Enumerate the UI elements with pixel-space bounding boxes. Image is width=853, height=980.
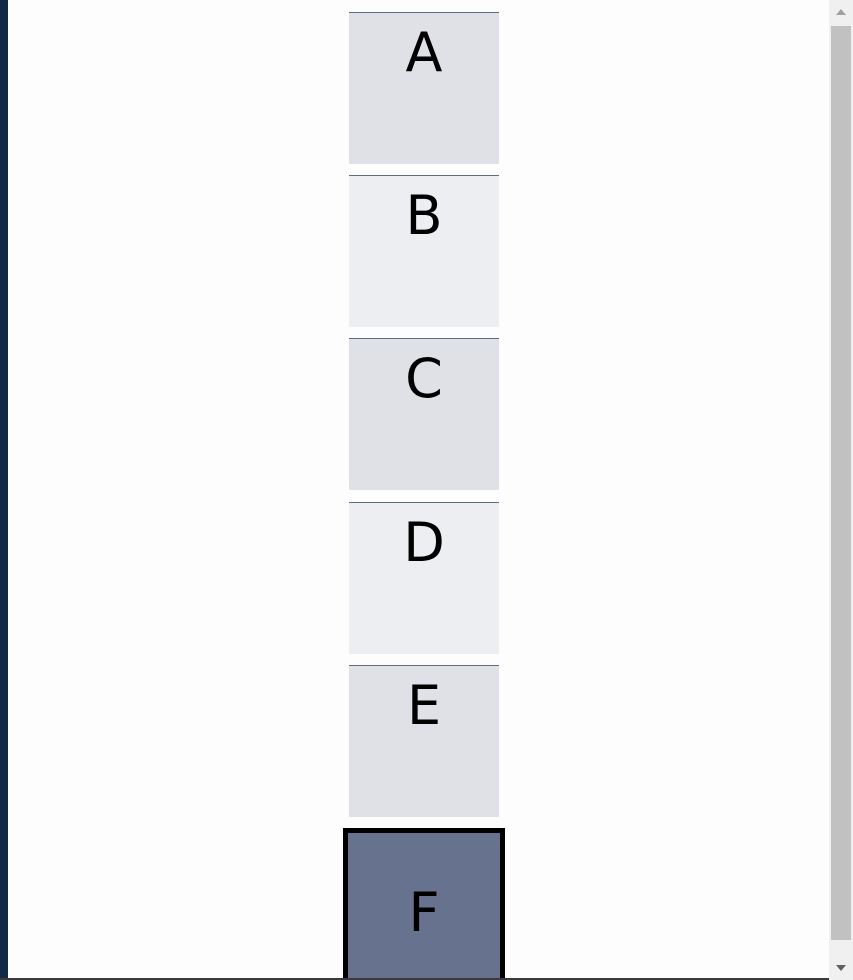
window-left-edge <box>0 0 8 980</box>
tile-label: E <box>406 674 442 737</box>
tile-label: D <box>403 511 445 574</box>
tile-a[interactable]: A <box>349 12 499 164</box>
tile-f-selected[interactable]: F <box>343 828 505 980</box>
tile-label: F <box>408 881 440 944</box>
tile-d[interactable]: D <box>349 502 499 654</box>
scrollbar-thumb[interactable] <box>831 26 851 940</box>
tile-c[interactable]: C <box>349 338 499 490</box>
tile-e[interactable]: E <box>349 665 499 817</box>
scroll-down-arrow-icon <box>836 965 846 971</box>
tile-label: C <box>405 347 443 410</box>
scroll-up-button[interactable] <box>829 0 853 24</box>
tile-label: A <box>405 21 443 84</box>
scroll-down-button[interactable] <box>829 956 853 980</box>
page-content: A B C D E F <box>8 0 829 980</box>
scroll-up-arrow-icon <box>836 9 846 15</box>
tile-label: B <box>405 184 443 247</box>
browser-viewport: A B C D E F <box>0 0 853 980</box>
tile-b[interactable]: B <box>349 175 499 327</box>
vertical-scrollbar[interactable] <box>829 0 853 980</box>
